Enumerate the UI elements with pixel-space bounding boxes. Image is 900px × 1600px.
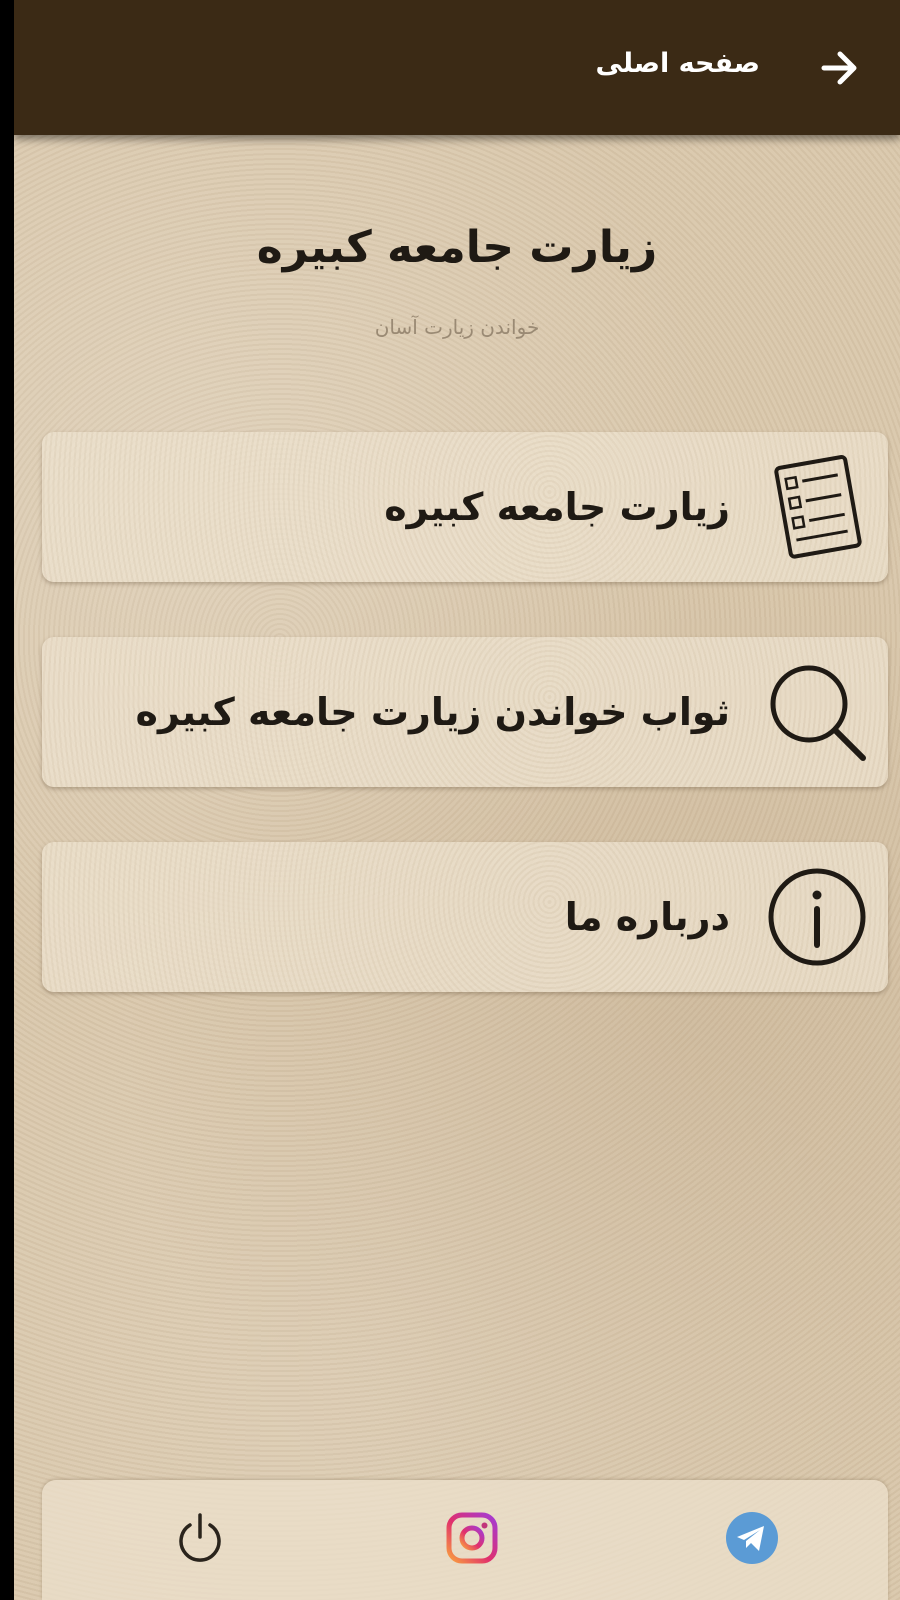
power-button[interactable] (170, 1508, 230, 1568)
menu-item-label: زیارت جامعه کبیره (384, 485, 730, 529)
back-button[interactable] (810, 38, 870, 98)
menu-item-reward[interactable]: ثواب خواندن زیارت جامعه کبیره (42, 637, 888, 787)
power-icon (179, 1513, 221, 1562)
menu-item-label: درباره ما (564, 895, 730, 939)
telegram-button[interactable] (722, 1508, 782, 1568)
app-screen: صفحه اصلی زیارت جامعه کبیره خواندن زیارت… (14, 0, 900, 1600)
menu-item-label: ثواب خواندن زیارت جامعه کبیره (135, 690, 730, 734)
instagram-icon (446, 1512, 498, 1564)
arrow-right-icon (821, 51, 857, 85)
app-bar: صفحه اصلی (14, 0, 900, 135)
page-title: زیارت جامعه کبیره (256, 222, 658, 273)
appbar-title: صفحه اصلی (595, 48, 760, 79)
bottom-bar (42, 1480, 888, 1600)
search-icon (762, 655, 872, 769)
menu-item-about[interactable]: درباره ما (42, 842, 888, 992)
page-subtitle: خواندن زیارت آسان (374, 315, 540, 339)
menu-item-ziarat[interactable]: زیارت جامعه کبیره (42, 432, 888, 582)
info-icon (762, 860, 872, 974)
telegram-icon (726, 1512, 778, 1564)
instagram-button[interactable] (442, 1508, 502, 1568)
checklist-document-icon (762, 450, 872, 564)
